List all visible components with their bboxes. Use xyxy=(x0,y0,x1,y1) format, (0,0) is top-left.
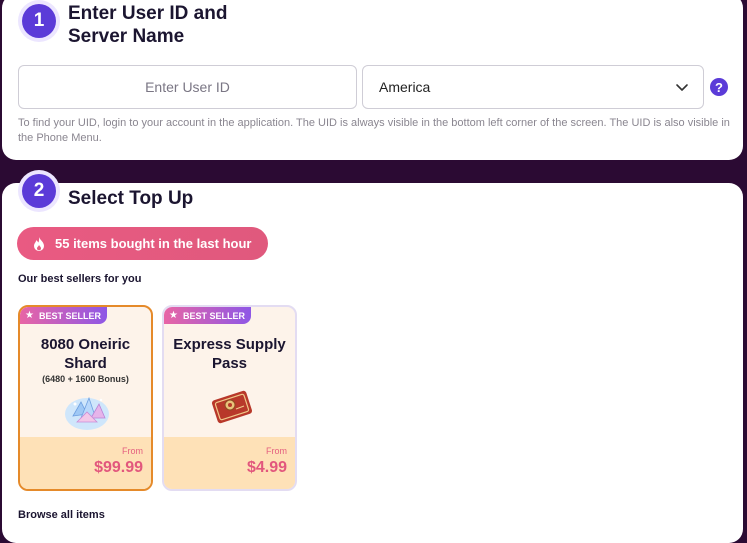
server-select-value: America xyxy=(379,79,431,95)
best-seller-badge: ★ BEST SELLER xyxy=(164,307,251,324)
server-select[interactable]: America xyxy=(362,65,704,109)
product-bonus-text: (6480 + 1600 Bonus) xyxy=(42,374,129,384)
star-icon: ★ xyxy=(25,310,34,321)
product-card-oneiric-shard[interactable]: ★ BEST SELLER 8080 Oneiric Shard (6480 +… xyxy=(18,305,153,491)
price-from-label: From xyxy=(122,446,143,456)
chevron-down-icon xyxy=(676,84,688,91)
product-name: 8080 Oneiric Shard xyxy=(40,336,131,372)
recent-purchases-text: 55 items bought in the last hour xyxy=(55,236,252,251)
uid-hint-text: To find your UID, login to your account … xyxy=(18,117,730,144)
top-up-card: 2 Select Top Up 55 items bought in the l… xyxy=(2,174,743,543)
step-2-title: Select Top Up xyxy=(68,188,194,209)
product-price: $4.99 xyxy=(246,459,287,476)
user-id-input[interactable] xyxy=(18,65,357,109)
best-sellers-heading: Our best sellers for you xyxy=(18,273,142,285)
step-1-title-line1: Enter User ID and xyxy=(68,3,228,24)
browse-all-heading: Browse all items xyxy=(18,509,105,521)
step-1-badge: 1 xyxy=(22,4,56,38)
best-seller-badge-label: BEST SELLER xyxy=(38,310,101,321)
user-id-card: 1 Enter User ID and Server Name America … xyxy=(2,0,743,160)
supply-pass-icon xyxy=(211,390,253,424)
best-seller-badge: ★ BEST SELLER xyxy=(20,307,107,324)
price-area: From $99.99 xyxy=(20,437,151,489)
step-2-badge: 2 xyxy=(22,174,56,208)
price-area: From $4.99 xyxy=(164,437,295,489)
step-1-title-line2: Server Name xyxy=(68,26,185,47)
product-price: $99.99 xyxy=(94,459,143,476)
recent-purchases-pill: 55 items bought in the last hour xyxy=(17,227,268,260)
product-name: Express Supply Pass xyxy=(173,336,286,372)
oneiric-shard-icon xyxy=(65,396,109,430)
price-from-label: From xyxy=(266,446,287,456)
help-icon[interactable]: ? xyxy=(710,78,728,96)
product-card-express-supply-pass[interactable]: ★ BEST SELLER Express Supply Pass From $… xyxy=(162,305,297,491)
star-icon: ★ xyxy=(169,310,178,321)
best-seller-badge-label: BEST SELLER xyxy=(182,310,245,321)
step-1-title: Enter User ID and Server Name xyxy=(68,2,227,48)
flame-icon xyxy=(34,236,44,251)
